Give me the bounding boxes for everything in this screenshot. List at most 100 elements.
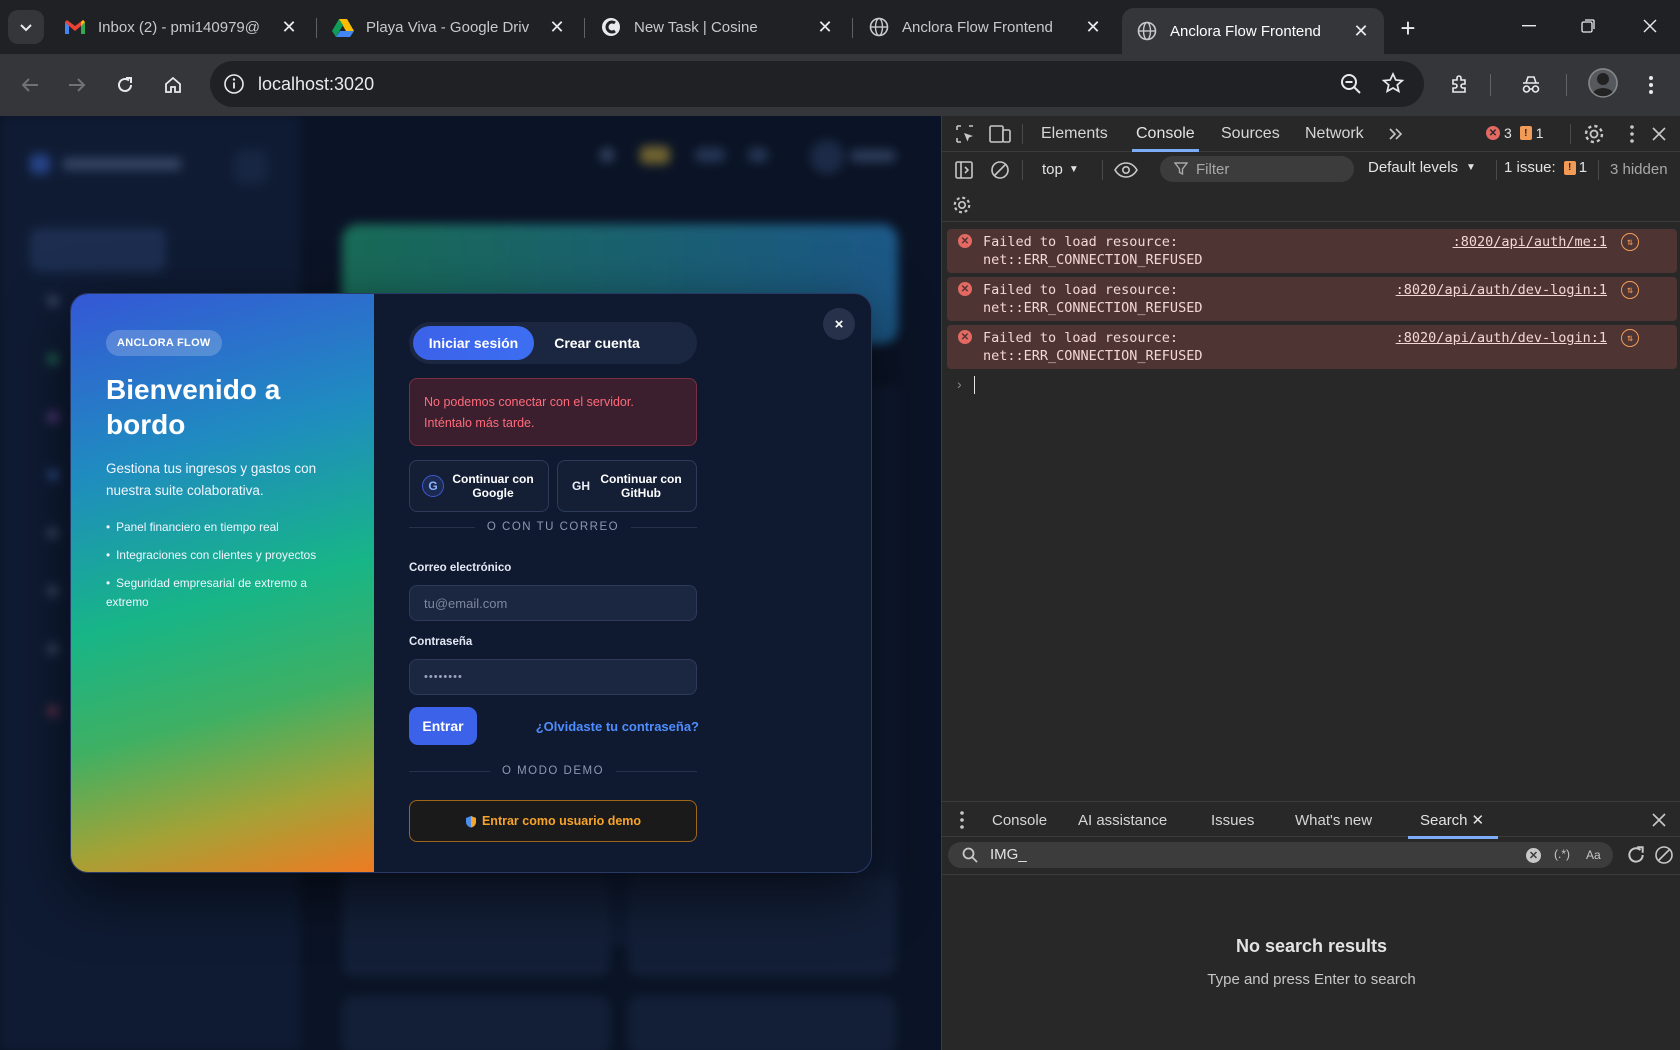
context-value: top [1042, 161, 1063, 178]
submit-button[interactable]: Entrar [409, 707, 477, 745]
match-case-toggle[interactable]: Aa [1586, 848, 1601, 862]
network-request-icon[interactable]: ⇅ [1621, 329, 1639, 347]
browser-tab-anclora-1[interactable]: Anclora Flow Frontend ✕ [854, 8, 1116, 46]
minimize-button[interactable] [1509, 8, 1549, 44]
devtools-menu-icon[interactable] [1620, 122, 1644, 146]
error-counter[interactable]: ✕ 3 ! 1 [1486, 125, 1544, 141]
tab-separator [1570, 124, 1571, 144]
tab-search-button[interactable] [8, 10, 44, 44]
email-field[interactable] [409, 585, 697, 621]
tab-register[interactable]: Crear cuenta [537, 326, 657, 360]
drawer-tab-ai-assistance[interactable]: AI assistance [1078, 802, 1167, 838]
close-tab-icon[interactable]: ✕ [546, 16, 568, 38]
devtools-tab-sources[interactable]: Sources [1221, 116, 1280, 152]
console-settings-gear-icon[interactable] [950, 193, 974, 217]
google-login-button[interactable]: G Continuar con Google [409, 460, 549, 512]
url-text[interactable]: localhost:3020 [258, 74, 374, 95]
arrow-right-icon [69, 78, 86, 92]
network-request-icon[interactable]: ⇅ [1621, 281, 1639, 299]
globe-icon [868, 16, 890, 38]
feature-item: Seguridad empresarial de extremo a extre… [106, 574, 339, 612]
github-login-button[interactable]: GH Continuar con GitHub [557, 460, 697, 512]
drawer-tab-whats-new[interactable]: What's new [1295, 802, 1372, 838]
bookmark-star-icon[interactable] [1382, 72, 1404, 94]
console-error-message: ✕ Failed to load resource: net::ERR_CONN… [947, 325, 1677, 369]
search-query[interactable]: IMG_ [990, 846, 1027, 863]
demo-login-button[interactable]: Entrar como usuario demo [409, 800, 697, 842]
zoom-icon[interactable] [1340, 73, 1362, 95]
forgot-password-link[interactable]: ¿Olvidaste tu contraseña? [536, 719, 699, 734]
auth-form: Iniciar sesión Crear cuenta No podemos c… [409, 294, 699, 872]
extensions-button[interactable] [1445, 70, 1475, 100]
tab-separator [584, 18, 585, 38]
devtools-tab-elements[interactable]: Elements [1041, 116, 1108, 152]
toolbar-separator [1566, 74, 1567, 96]
clear-search-results-icon[interactable] [1652, 843, 1676, 867]
issues-counter[interactable]: 1 issue: ! 1 [1504, 159, 1587, 176]
demo-divider-text: O MODO DEMO [501, 765, 605, 777]
drawer-tab-search[interactable]: Search ✕ [1407, 802, 1499, 839]
drawer-menu-icon[interactable] [950, 808, 974, 832]
error-source-link[interactable]: :8020/api/auth/dev-login:1 [1396, 330, 1607, 346]
site-info-icon[interactable] [222, 72, 246, 96]
error-source-link[interactable]: :8020/api/auth/dev-login:1 [1396, 282, 1607, 298]
drawer-tab-search-label: Search [1420, 811, 1468, 829]
filter-icon [1174, 162, 1188, 176]
console-filter-input[interactable]: Filter [1160, 156, 1354, 182]
console-input[interactable] [974, 376, 975, 394]
password-field[interactable]: •••••••• [409, 659, 697, 695]
search-input[interactable]: IMG_ ✕ (.*) Aa [948, 842, 1613, 868]
browser-tab-cosine[interactable]: New Task | Cosine ✕ [586, 8, 848, 46]
cosine-icon [600, 16, 622, 38]
close-tab-icon[interactable]: ✕ [814, 16, 836, 38]
log-levels-dropdown[interactable]: Default levels ▼ [1368, 159, 1476, 176]
regex-toggle[interactable]: (.*) [1554, 847, 1570, 861]
drawer-divider [942, 874, 1680, 875]
settings-gear-icon[interactable] [1582, 122, 1606, 146]
forward-button[interactable] [62, 70, 92, 100]
browser-tab-drive[interactable]: Playa Viva - Google Driv ✕ [318, 8, 580, 46]
live-expression-eye-icon[interactable] [1114, 158, 1138, 182]
close-tab-icon[interactable]: ✕ [1082, 16, 1104, 38]
restore-button[interactable] [1568, 8, 1608, 44]
devtools-tab-console[interactable]: Console [1132, 116, 1199, 152]
close-drawer-icon[interactable] [1647, 808, 1671, 832]
incognito-button[interactable] [1516, 70, 1546, 100]
home-button[interactable] [158, 70, 188, 100]
back-button[interactable] [15, 70, 45, 100]
inspect-element-icon[interactable] [953, 122, 977, 146]
email-input[interactable] [424, 595, 682, 611]
welcome-panel: ANCLORA FLOW Bienvenido a bordo Gestiona… [71, 294, 374, 872]
browser-tab-anclora-active[interactable]: Anclora Flow Frontend ✕ [1122, 8, 1384, 54]
close-tab-icon[interactable]: ✕ [1350, 20, 1372, 42]
sidebar-toggle-icon[interactable] [952, 158, 976, 182]
error-source-link[interactable]: :8020/api/auth/me:1 [1453, 234, 1607, 250]
close-window-button[interactable] [1630, 8, 1670, 44]
drawer-tab-issues[interactable]: Issues [1211, 802, 1254, 838]
drawer-tab-console[interactable]: Console [992, 802, 1047, 838]
reload-button[interactable] [110, 70, 140, 100]
device-toolbar-icon[interactable] [988, 122, 1012, 146]
network-request-icon[interactable]: ⇅ [1621, 233, 1639, 251]
close-modal-button[interactable]: × [823, 308, 855, 340]
browser-menu-button[interactable] [1636, 70, 1666, 100]
new-tab-button[interactable]: + [1394, 13, 1422, 43]
profile-avatar[interactable] [1588, 68, 1618, 98]
auth-modal: ANCLORA FLOW Bienvenido a bordo Gestiona… [70, 293, 872, 873]
home-icon [165, 76, 181, 93]
refresh-search-icon[interactable] [1624, 843, 1648, 867]
clear-console-icon[interactable] [988, 158, 1012, 182]
address-bar[interactable]: localhost:3020 [210, 61, 1424, 107]
devtools-tab-network[interactable]: Network [1305, 116, 1364, 152]
browser-tab-gmail[interactable]: Inbox (2) - pmi140979@ ✕ [50, 8, 312, 46]
close-tab-icon[interactable]: ✕ [278, 16, 300, 38]
clear-search-icon[interactable]: ✕ [1526, 848, 1541, 863]
close-devtools-icon[interactable] [1647, 122, 1671, 146]
more-tabs-icon[interactable] [1384, 122, 1408, 146]
issue-warning-icon: ! [1563, 160, 1576, 175]
github-login-label: Continuar con GitHub [600, 472, 682, 500]
close-search-tab-icon[interactable]: ✕ [1472, 811, 1485, 829]
tab-login[interactable]: Iniciar sesión [413, 326, 534, 360]
context-selector[interactable]: top ▼ [1042, 161, 1079, 178]
error-detail: net::ERR_CONNECTION_REFUSED [983, 300, 1203, 316]
